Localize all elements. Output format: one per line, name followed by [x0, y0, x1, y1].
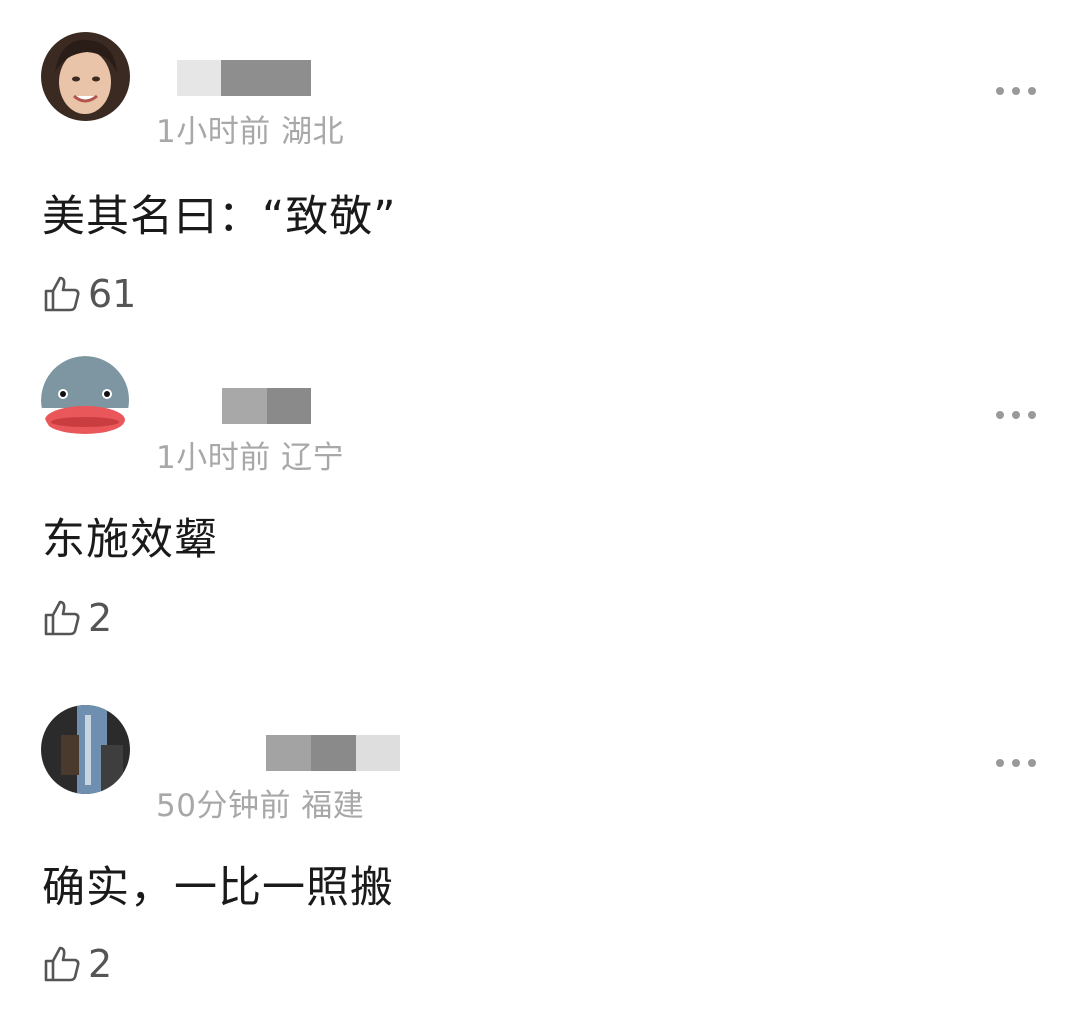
like-count: 2 [88, 596, 113, 640]
comment-meta: 50分钟前 福建 [156, 788, 365, 824]
like-button[interactable]: 2 [42, 596, 112, 640]
thumbs-up-icon [44, 276, 80, 312]
comment-meta: 1小时前 湖北 [156, 114, 345, 150]
like-count: 61 [88, 272, 137, 316]
more-dots-icon[interactable] [996, 757, 1036, 769]
like-button[interactable]: 61 [42, 272, 136, 316]
avatar[interactable] [41, 356, 130, 445]
comment-text: 确实，一比一照搬 [42, 863, 394, 913]
comment-meta: 1小时前 辽宁 [156, 440, 345, 476]
more-dots-icon[interactable] [996, 85, 1036, 97]
thumbs-up-icon [44, 600, 80, 636]
like-count: 2 [88, 942, 113, 986]
username-redacted[interactable] [222, 388, 311, 424]
more-dots-icon[interactable] [996, 409, 1036, 421]
like-button[interactable]: 2 [42, 942, 112, 986]
username-redacted[interactable] [266, 735, 400, 771]
avatar[interactable] [41, 705, 130, 794]
thumbs-up-icon [44, 946, 80, 982]
username-redacted[interactable] [177, 60, 311, 96]
comment-text: 美其名曰：“致敬” [42, 192, 397, 242]
comment-text: 东施效颦 [42, 515, 218, 565]
avatar[interactable] [41, 32, 130, 121]
